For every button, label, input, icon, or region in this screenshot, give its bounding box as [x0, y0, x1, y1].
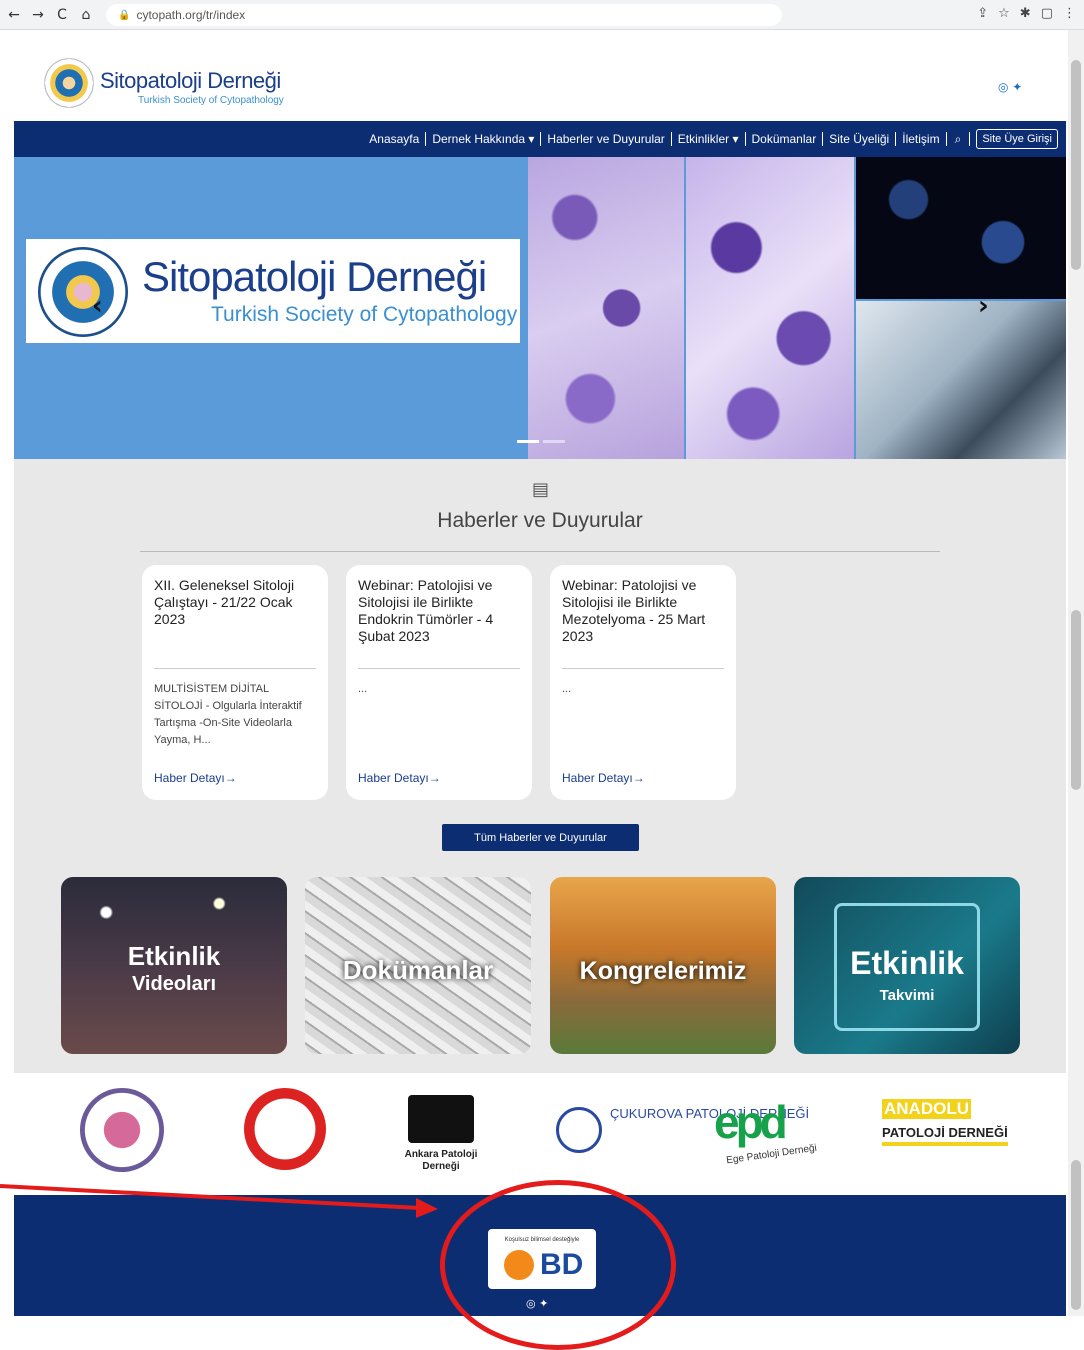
- share-icon[interactable]: ⇪: [977, 6, 988, 21]
- news-card-description: ...: [562, 683, 572, 695]
- news-card: Webinar: Patolojisi ve Sitolojisi ile Bi…: [346, 565, 532, 800]
- lock-icon: 🔒: [118, 9, 131, 21]
- tile-label: Etkinlik: [127, 941, 221, 971]
- cukurova-logo[interactable]: [556, 1107, 602, 1153]
- carousel-indicator[interactable]: [543, 440, 565, 443]
- news-card-title[interactable]: Webinar: Patolojisi ve Sitolojisi ile Bi…: [358, 577, 523, 645]
- annotation-ellipse: [440, 1180, 676, 1350]
- federation-logo[interactable]: [80, 1088, 164, 1172]
- scroll-thumb[interactable]: [1071, 60, 1081, 270]
- news-card-title[interactable]: XII. Geleneksel Sitoloji Çalıştayı - 21/…: [154, 577, 319, 628]
- cytology-image: [686, 157, 854, 459]
- forward-button[interactable]: →: [28, 5, 48, 25]
- nav-contact[interactable]: İletişim: [896, 132, 947, 146]
- back-button[interactable]: ←: [4, 5, 24, 25]
- scroll-thumb[interactable]: [1071, 610, 1081, 790]
- nav-news[interactable]: Haberler ve Duyurular: [541, 132, 672, 146]
- tile-label: Videoları: [131, 973, 217, 995]
- carousel-prev-icon[interactable]: ‹: [92, 291, 103, 321]
- search-icon[interactable]: ⌕: [947, 132, 971, 146]
- extensions-icon[interactable]: ✱: [1020, 6, 1031, 21]
- news-card-description: ...: [358, 683, 368, 695]
- news-detail-link[interactable]: Haber Detayı→: [358, 771, 441, 785]
- tile-label: Kongrelerimiz: [579, 957, 747, 985]
- microscope-image: [856, 301, 1066, 459]
- site-header: Sitopatoloji Derneği Turkish Society of …: [14, 30, 1066, 121]
- ege-patoloji-logo[interactable]: epd: [714, 1095, 788, 1149]
- hero-subtitle: Turkish Society of Cytopathology: [211, 303, 518, 326]
- browser-toolbar: ← → C ⌂ 🔒 cytopath.org/tr/index ⇪ ☆ ✱ ▢ …: [0, 0, 1084, 30]
- nav-about[interactable]: Dernek Hakkında ▾: [426, 132, 542, 146]
- browser-actions: ⇪ ☆ ✱ ▢ ⋮: [977, 6, 1076, 21]
- newspaper-icon: ▤: [532, 479, 550, 500]
- news-detail-link[interactable]: Haber Detayı→: [562, 771, 645, 785]
- tile-label: Dokümanlar: [342, 955, 494, 985]
- site-subtitle: Turkish Society of Cytopathology: [138, 95, 284, 106]
- event-calendar-tile[interactable]: Etkinlik Takvimi: [794, 877, 1020, 1054]
- turk-patoloji-logo[interactable]: [244, 1088, 326, 1170]
- news-section: ▤ Haberler ve Duyurular XII. Geleneksel …: [14, 459, 1066, 1073]
- fluorescence-image: [856, 157, 1066, 299]
- hero-society-logo: [38, 247, 128, 337]
- tile-label: Etkinlik: [850, 945, 964, 981]
- carousel-next-icon[interactable]: ›: [978, 291, 989, 321]
- news-detail-link[interactable]: Haber Detayı→: [154, 771, 237, 785]
- hero-carousel: Sitopatoloji Derneği Turkish Society of …: [14, 157, 1066, 459]
- all-news-button[interactable]: Tüm Haberler ve Duyurular: [442, 824, 639, 851]
- main-navigation: Anasayfa Dernek Hakkında ▾ Haberler ve D…: [14, 121, 1066, 157]
- reload-button[interactable]: C: [52, 5, 72, 25]
- window-icon[interactable]: ▢: [1041, 6, 1053, 21]
- web-page: Sitopatoloji Derneği Turkish Society of …: [14, 30, 1066, 1316]
- anadolu-logo-bottom[interactable]: PATOLOJİ DERNEĞİ: [882, 1125, 1008, 1146]
- news-card: Webinar: Patolojisi ve Sitolojisi ile Bi…: [550, 565, 736, 800]
- address-bar[interactable]: 🔒 cytopath.org/tr/index: [106, 4, 782, 26]
- ankara-patoloji-logo[interactable]: [408, 1095, 474, 1143]
- congresses-tile[interactable]: Kongrelerimiz: [550, 877, 776, 1054]
- news-section-title: Haberler ve Duyurular: [437, 509, 643, 532]
- ankara-patoloji-label: Ankara Patoloji Derneği: [404, 1149, 478, 1172]
- site-title[interactable]: Sitopatoloji Derneği: [100, 68, 281, 94]
- tile-label: Takvimi: [879, 987, 935, 1004]
- page-scrollbar[interactable]: [1068, 30, 1084, 1316]
- divider: [154, 668, 316, 669]
- nav-documents[interactable]: Dokümanlar: [746, 132, 824, 146]
- nav-home[interactable]: Anasayfa: [363, 132, 427, 146]
- url-text: cytopath.org/tr/index: [136, 8, 246, 22]
- divider: [140, 551, 940, 552]
- nav-events[interactable]: Etkinlikler ▾: [672, 132, 746, 146]
- documents-tile[interactable]: Dokümanlar: [305, 877, 531, 1054]
- star-icon[interactable]: ☆: [998, 6, 1010, 21]
- news-card-description: MULTİSİSTEM DİJİTAL SİTOLOJİ - Olgularla…: [154, 683, 302, 746]
- news-card: XII. Geleneksel Sitoloji Çalıştayı - 21/…: [142, 565, 328, 800]
- home-button[interactable]: ⌂: [76, 5, 96, 25]
- scroll-thumb[interactable]: [1071, 1160, 1081, 1310]
- news-card-title[interactable]: Webinar: Patolojisi ve Sitolojisi ile Bi…: [562, 577, 727, 645]
- divider: [358, 668, 520, 669]
- carousel-indicator[interactable]: [517, 440, 539, 443]
- society-logo[interactable]: [44, 58, 94, 108]
- social-icons[interactable]: ◎ ✦: [998, 80, 1022, 94]
- hero-title: Sitopatoloji Derneği: [142, 253, 487, 300]
- divider: [562, 668, 724, 669]
- menu-icon[interactable]: ⋮: [1063, 6, 1076, 21]
- nav-membership[interactable]: Site Üyeliği: [823, 132, 897, 146]
- cytology-image: [528, 157, 684, 459]
- member-login-button[interactable]: Site Üye Girişi: [976, 129, 1058, 149]
- partner-logos: Ankara Patoloji Derneği ÇUKUROVA PATOLOJ…: [14, 1073, 1066, 1195]
- anadolu-logo-top[interactable]: ANADOLU: [882, 1099, 971, 1119]
- event-videos-tile[interactable]: Etkinlik Videoları: [61, 877, 287, 1054]
